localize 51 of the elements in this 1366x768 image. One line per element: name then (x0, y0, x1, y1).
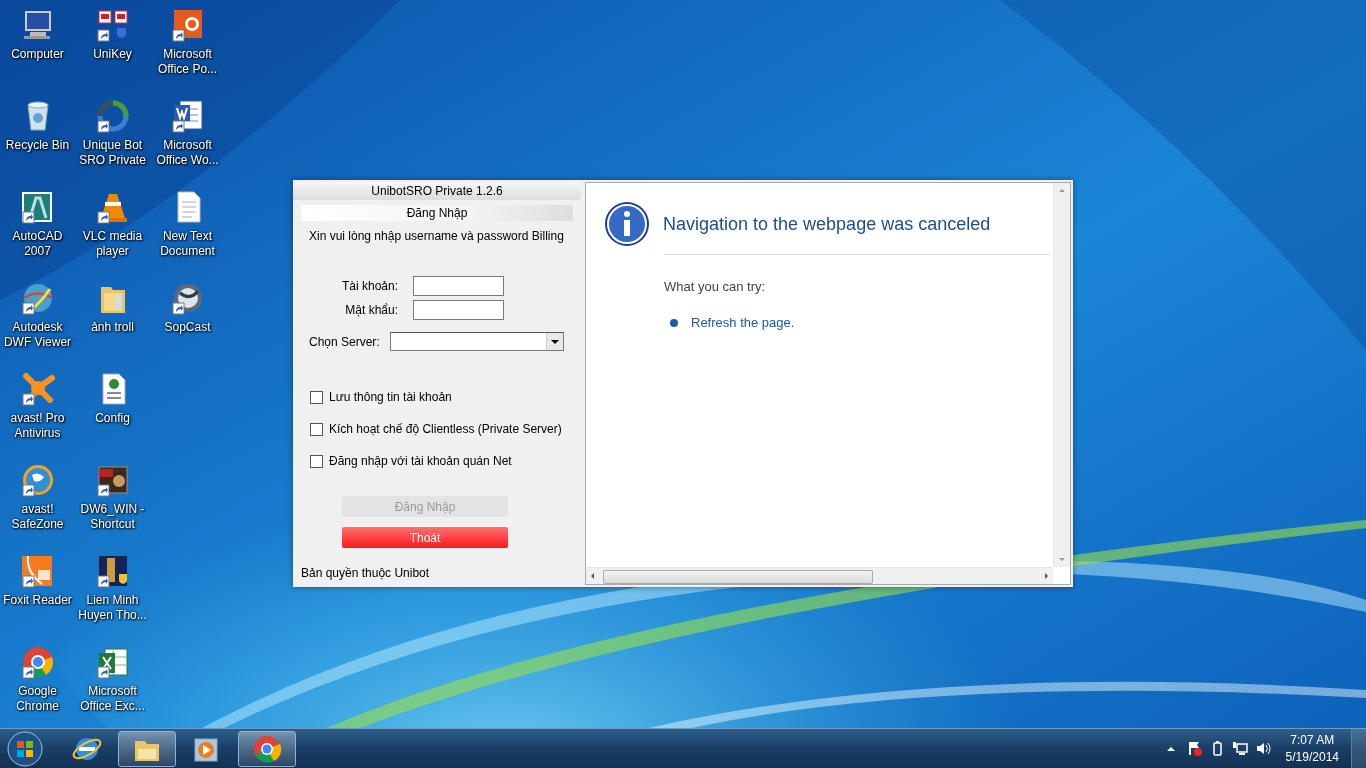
checkbox-label[interactable]: Kích hoạt chế độ Clientless (Private Server) (329, 422, 562, 436)
icon-label[interactable]: ảnh troll (75, 320, 150, 335)
copyright-text: Bản quyền thuộc Unibot (301, 566, 431, 580)
checkbox[interactable] (310, 422, 323, 436)
login-tab[interactable]: Đăng Nhập (301, 205, 573, 221)
speaker-icon[interactable] (1254, 740, 1272, 757)
clock-date[interactable]: 5/19/2014 (1285, 748, 1339, 766)
network-icon[interactable] (1231, 740, 1249, 757)
window-title: UnibotSRO Private 1.2.6 (293, 182, 581, 200)
instruction-text: Xin vui lòng nhập username và password Billing (309, 229, 565, 243)
icon-label[interactable]: Microsoft Office Wo... (150, 138, 225, 168)
checkbox[interactable] (310, 454, 323, 468)
error-heading: Navigation to the webpage was canceled (663, 213, 991, 235)
icon-label[interactable]: UniKey (75, 47, 150, 62)
icon-label[interactable]: Foxit Reader (0, 593, 75, 608)
checkbox-label[interactable]: Đăng nhập với tài khoản quán Net (329, 454, 512, 468)
refresh-link[interactable]: Refresh the page. (691, 315, 795, 330)
checkbox[interactable] (310, 390, 323, 404)
checkbox-label[interactable]: Lưu thông tin tài khoản (329, 390, 452, 404)
icon-label[interactable]: Recycle Bin (0, 138, 75, 153)
icon-label[interactable]: SopCast (150, 320, 225, 335)
suggestion-heading: What you can try: (664, 279, 767, 294)
horizontal-scrollbar[interactable] (586, 567, 1053, 584)
username-field[interactable] (413, 276, 504, 296)
icon-label[interactable]: VLC media player (75, 229, 150, 259)
vertical-scrollbar[interactable] (1053, 183, 1070, 567)
scrollbar-thumb[interactable] (603, 570, 873, 584)
icon-label[interactable]: Autodesk DWF Viewer (0, 320, 75, 350)
taskbar-button[interactable] (238, 730, 296, 767)
server-dropdown[interactable] (389, 332, 564, 351)
icon-label[interactable]: avast! Pro Antivirus (0, 411, 75, 441)
field-label: Chọn Server: (309, 334, 380, 349)
icon-label[interactable]: Lien Minh Huyen Tho... (75, 593, 150, 623)
icon-label[interactable]: New Text Document (150, 229, 225, 259)
field-label: Tài khoản: (340, 279, 398, 293)
icon-label[interactable]: Google Chrome (0, 684, 75, 714)
clock-time[interactable]: 7:07 AM (1290, 731, 1335, 749)
icon-label[interactable]: Config (75, 411, 150, 426)
field-label: Mật khẩu: (344, 303, 398, 317)
bullet-icon (670, 318, 678, 327)
icon-label[interactable]: DW6_WIN - Shortcut (75, 502, 150, 532)
icon-label[interactable]: Computer (0, 47, 75, 62)
password-field[interactable] (413, 300, 504, 320)
icon-label[interactable]: avast! SafeZone (0, 502, 75, 532)
icon-label[interactable]: Microsoft Office Po... (150, 47, 225, 77)
icon-label[interactable]: AutoCAD 2007 (0, 229, 75, 259)
icon-label[interactable]: Unique Bot SRO Private (75, 138, 150, 168)
start-button[interactable] (6, 729, 44, 768)
taskbar-button[interactable] (118, 730, 176, 767)
info-icon (604, 201, 650, 247)
icon-label[interactable]: Microsoft Office Exc... (75, 684, 150, 714)
